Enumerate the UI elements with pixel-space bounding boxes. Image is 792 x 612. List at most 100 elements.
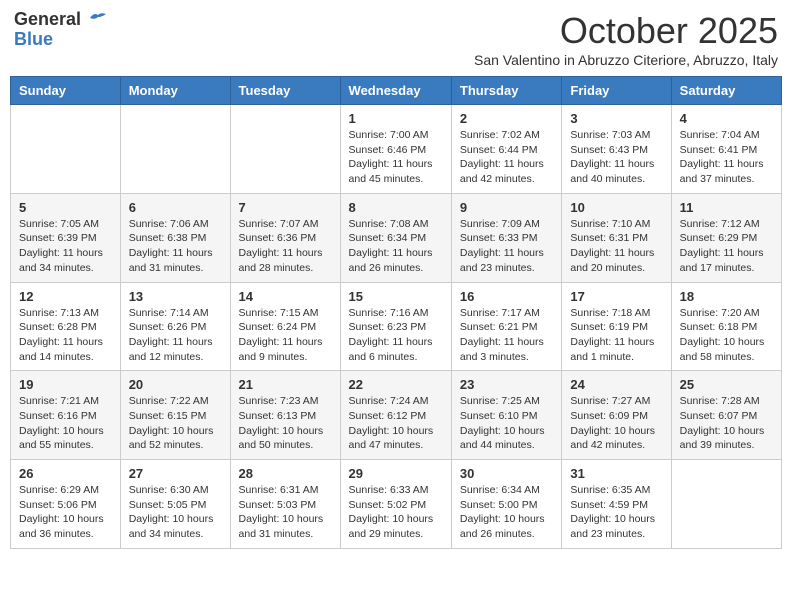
day-info: Sunrise: 7:08 AM Sunset: 6:34 PM Dayligh… <box>349 217 443 276</box>
day-header-monday: Monday <box>120 77 230 105</box>
calendar-header-row: SundayMondayTuesdayWednesdayThursdayFrid… <box>11 77 782 105</box>
calendar-cell: 30 Sunrise: 6:34 AM Sunset: 5:00 PM Dayli… <box>451 460 561 549</box>
calendar-cell <box>671 460 781 549</box>
calendar-week-row: 1 Sunrise: 7:00 AM Sunset: 6:46 PM Daylig… <box>11 105 782 194</box>
day-info: Sunrise: 7:27 AM Sunset: 6:09 PM Dayligh… <box>570 394 662 453</box>
calendar-cell: 31Sunrise: 6:35 AM Sunset: 4:59 PM Dayli… <box>562 460 671 549</box>
day-info: Sunrise: 7:06 AM Sunset: 6:38 PM Dayligh… <box>129 217 222 276</box>
day-info: Sunrise: 7:18 AM Sunset: 6:19 PM Dayligh… <box>570 306 662 365</box>
logo-general-text: General <box>14 9 81 29</box>
calendar-cell: 27 Sunrise: 6:30 AM Sunset: 5:05 PM Dayli… <box>120 460 230 549</box>
day-info: Sunrise: 7:10 AM Sunset: 6:31 PM Dayligh… <box>570 217 662 276</box>
day-info: Sunrise: 7:21 AM Sunset: 6:16 PM Dayligh… <box>19 394 112 453</box>
calendar-cell <box>230 105 340 194</box>
day-number: 24 <box>570 377 662 392</box>
day-header-saturday: Saturday <box>671 77 781 105</box>
logo-blue-text: Blue <box>14 30 53 48</box>
calendar-cell: 25Sunrise: 7:28 AM Sunset: 6:07 PM Dayli… <box>671 371 781 460</box>
day-info: Sunrise: 7:22 AM Sunset: 6:15 PM Dayligh… <box>129 394 222 453</box>
calendar-cell: 9Sunrise: 7:09 AM Sunset: 6:33 PM Daylig… <box>451 193 561 282</box>
day-info: Sunrise: 6:31 AM Sunset: 5:03 PM Dayligh… <box>239 483 332 542</box>
calendar-table: SundayMondayTuesdayWednesdayThursdayFrid… <box>10 76 782 549</box>
day-number: 26 <box>19 466 112 481</box>
day-info: Sunrise: 7:00 AM Sunset: 6:46 PM Dayligh… <box>349 128 443 187</box>
day-info: Sunrise: 7:13 AM Sunset: 6:28 PM Dayligh… <box>19 306 112 365</box>
day-header-friday: Friday <box>562 77 671 105</box>
calendar-cell: 28Sunrise: 6:31 AM Sunset: 5:03 PM Dayli… <box>230 460 340 549</box>
day-info: Sunrise: 6:34 AM Sunset: 5:00 PM Dayligh… <box>460 483 553 542</box>
calendar-week-row: 26 Sunrise: 6:29 AM Sunset: 5:06 PM Dayli… <box>11 460 782 549</box>
calendar-cell: 12 Sunrise: 7:13 AM Sunset: 6:28 PM Dayli… <box>11 282 121 371</box>
calendar-cell: 19 Sunrise: 7:21 AM Sunset: 6:16 PM Dayli… <box>11 371 121 460</box>
calendar-week-row: 5 Sunrise: 7:05 AM Sunset: 6:39 PM Daylig… <box>11 193 782 282</box>
day-info: Sunrise: 7:12 AM Sunset: 6:29 PM Dayligh… <box>680 217 773 276</box>
day-info: Sunrise: 7:15 AM Sunset: 6:24 PM Dayligh… <box>239 306 332 365</box>
calendar-cell: 22Sunrise: 7:24 AM Sunset: 6:12 PM Dayli… <box>340 371 451 460</box>
day-info: Sunrise: 6:30 AM Sunset: 5:05 PM Dayligh… <box>129 483 222 542</box>
calendar-cell: 14 Sunrise: 7:15 AM Sunset: 6:24 PM Dayli… <box>230 282 340 371</box>
calendar-cell: 16 Sunrise: 7:17 AM Sunset: 6:21 PM Dayli… <box>451 282 561 371</box>
calendar-cell: 10 Sunrise: 7:10 AM Sunset: 6:31 PM Dayli… <box>562 193 671 282</box>
day-header-tuesday: Tuesday <box>230 77 340 105</box>
calendar-cell: 2Sunrise: 7:02 AM Sunset: 6:44 PM Daylig… <box>451 105 561 194</box>
day-number: 6 <box>129 200 222 215</box>
day-number: 18 <box>680 289 773 304</box>
calendar-cell <box>11 105 121 194</box>
day-header-thursday: Thursday <box>451 77 561 105</box>
calendar-cell: 24 Sunrise: 7:27 AM Sunset: 6:09 PM Dayli… <box>562 371 671 460</box>
day-number: 10 <box>570 200 662 215</box>
calendar-cell: 29Sunrise: 6:33 AM Sunset: 5:02 PM Dayli… <box>340 460 451 549</box>
day-info: Sunrise: 7:14 AM Sunset: 6:26 PM Dayligh… <box>129 306 222 365</box>
calendar-cell: 13Sunrise: 7:14 AM Sunset: 6:26 PM Dayli… <box>120 282 230 371</box>
day-number: 19 <box>19 377 112 392</box>
calendar-cell: 11 Sunrise: 7:12 AM Sunset: 6:29 PM Dayli… <box>671 193 781 282</box>
day-number: 5 <box>19 200 112 215</box>
calendar-cell: 15 Sunrise: 7:16 AM Sunset: 6:23 PM Dayli… <box>340 282 451 371</box>
day-info: Sunrise: 7:04 AM Sunset: 6:41 PM Dayligh… <box>680 128 773 187</box>
page-header: General Blue October 2025 San Valentino … <box>10 10 782 68</box>
day-number: 15 <box>349 289 443 304</box>
calendar-cell: 26 Sunrise: 6:29 AM Sunset: 5:06 PM Dayli… <box>11 460 121 549</box>
day-number: 8 <box>349 200 443 215</box>
day-number: 12 <box>19 289 112 304</box>
calendar-cell: 1 Sunrise: 7:00 AM Sunset: 6:46 PM Daylig… <box>340 105 451 194</box>
day-number: 21 <box>239 377 332 392</box>
day-number: 16 <box>460 289 553 304</box>
day-number: 17 <box>570 289 662 304</box>
day-number: 25 <box>680 377 773 392</box>
day-info: Sunrise: 7:03 AM Sunset: 6:43 PM Dayligh… <box>570 128 662 187</box>
day-number: 30 <box>460 466 553 481</box>
calendar-cell: 21Sunrise: 7:23 AM Sunset: 6:13 PM Dayli… <box>230 371 340 460</box>
day-info: Sunrise: 6:35 AM Sunset: 4:59 PM Dayligh… <box>570 483 662 542</box>
day-info: Sunrise: 7:25 AM Sunset: 6:10 PM Dayligh… <box>460 394 553 453</box>
location-subtitle: San Valentino in Abruzzo Citeriore, Abru… <box>474 52 778 68</box>
calendar-cell: 8 Sunrise: 7:08 AM Sunset: 6:34 PM Daylig… <box>340 193 451 282</box>
day-number: 23 <box>460 377 553 392</box>
day-info: Sunrise: 7:17 AM Sunset: 6:21 PM Dayligh… <box>460 306 553 365</box>
day-number: 14 <box>239 289 332 304</box>
day-info: Sunrise: 7:07 AM Sunset: 6:36 PM Dayligh… <box>239 217 332 276</box>
day-number: 3 <box>570 111 662 126</box>
day-number: 20 <box>129 377 222 392</box>
day-info: Sunrise: 7:09 AM Sunset: 6:33 PM Dayligh… <box>460 217 553 276</box>
calendar-cell: 6 Sunrise: 7:06 AM Sunset: 6:38 PM Daylig… <box>120 193 230 282</box>
day-info: Sunrise: 6:29 AM Sunset: 5:06 PM Dayligh… <box>19 483 112 542</box>
calendar-cell: 4Sunrise: 7:04 AM Sunset: 6:41 PM Daylig… <box>671 105 781 194</box>
calendar-cell: 20 Sunrise: 7:22 AM Sunset: 6:15 PM Dayli… <box>120 371 230 460</box>
calendar-cell: 18 Sunrise: 7:20 AM Sunset: 6:18 PM Dayli… <box>671 282 781 371</box>
calendar-week-row: 12 Sunrise: 7:13 AM Sunset: 6:28 PM Dayli… <box>11 282 782 371</box>
calendar-cell: 7 Sunrise: 7:07 AM Sunset: 6:36 PM Daylig… <box>230 193 340 282</box>
day-header-wednesday: Wednesday <box>340 77 451 105</box>
day-number: 11 <box>680 200 773 215</box>
day-info: Sunrise: 7:02 AM Sunset: 6:44 PM Dayligh… <box>460 128 553 187</box>
day-number: 27 <box>129 466 222 481</box>
day-info: Sunrise: 7:05 AM Sunset: 6:39 PM Dayligh… <box>19 217 112 276</box>
day-number: 1 <box>349 111 443 126</box>
calendar-cell: 5 Sunrise: 7:05 AM Sunset: 6:39 PM Daylig… <box>11 193 121 282</box>
day-number: 7 <box>239 200 332 215</box>
day-info: Sunrise: 7:20 AM Sunset: 6:18 PM Dayligh… <box>680 306 773 365</box>
calendar-cell <box>120 105 230 194</box>
day-number: 29 <box>349 466 443 481</box>
day-info: Sunrise: 7:16 AM Sunset: 6:23 PM Dayligh… <box>349 306 443 365</box>
calendar-cell: 23 Sunrise: 7:25 AM Sunset: 6:10 PM Dayli… <box>451 371 561 460</box>
